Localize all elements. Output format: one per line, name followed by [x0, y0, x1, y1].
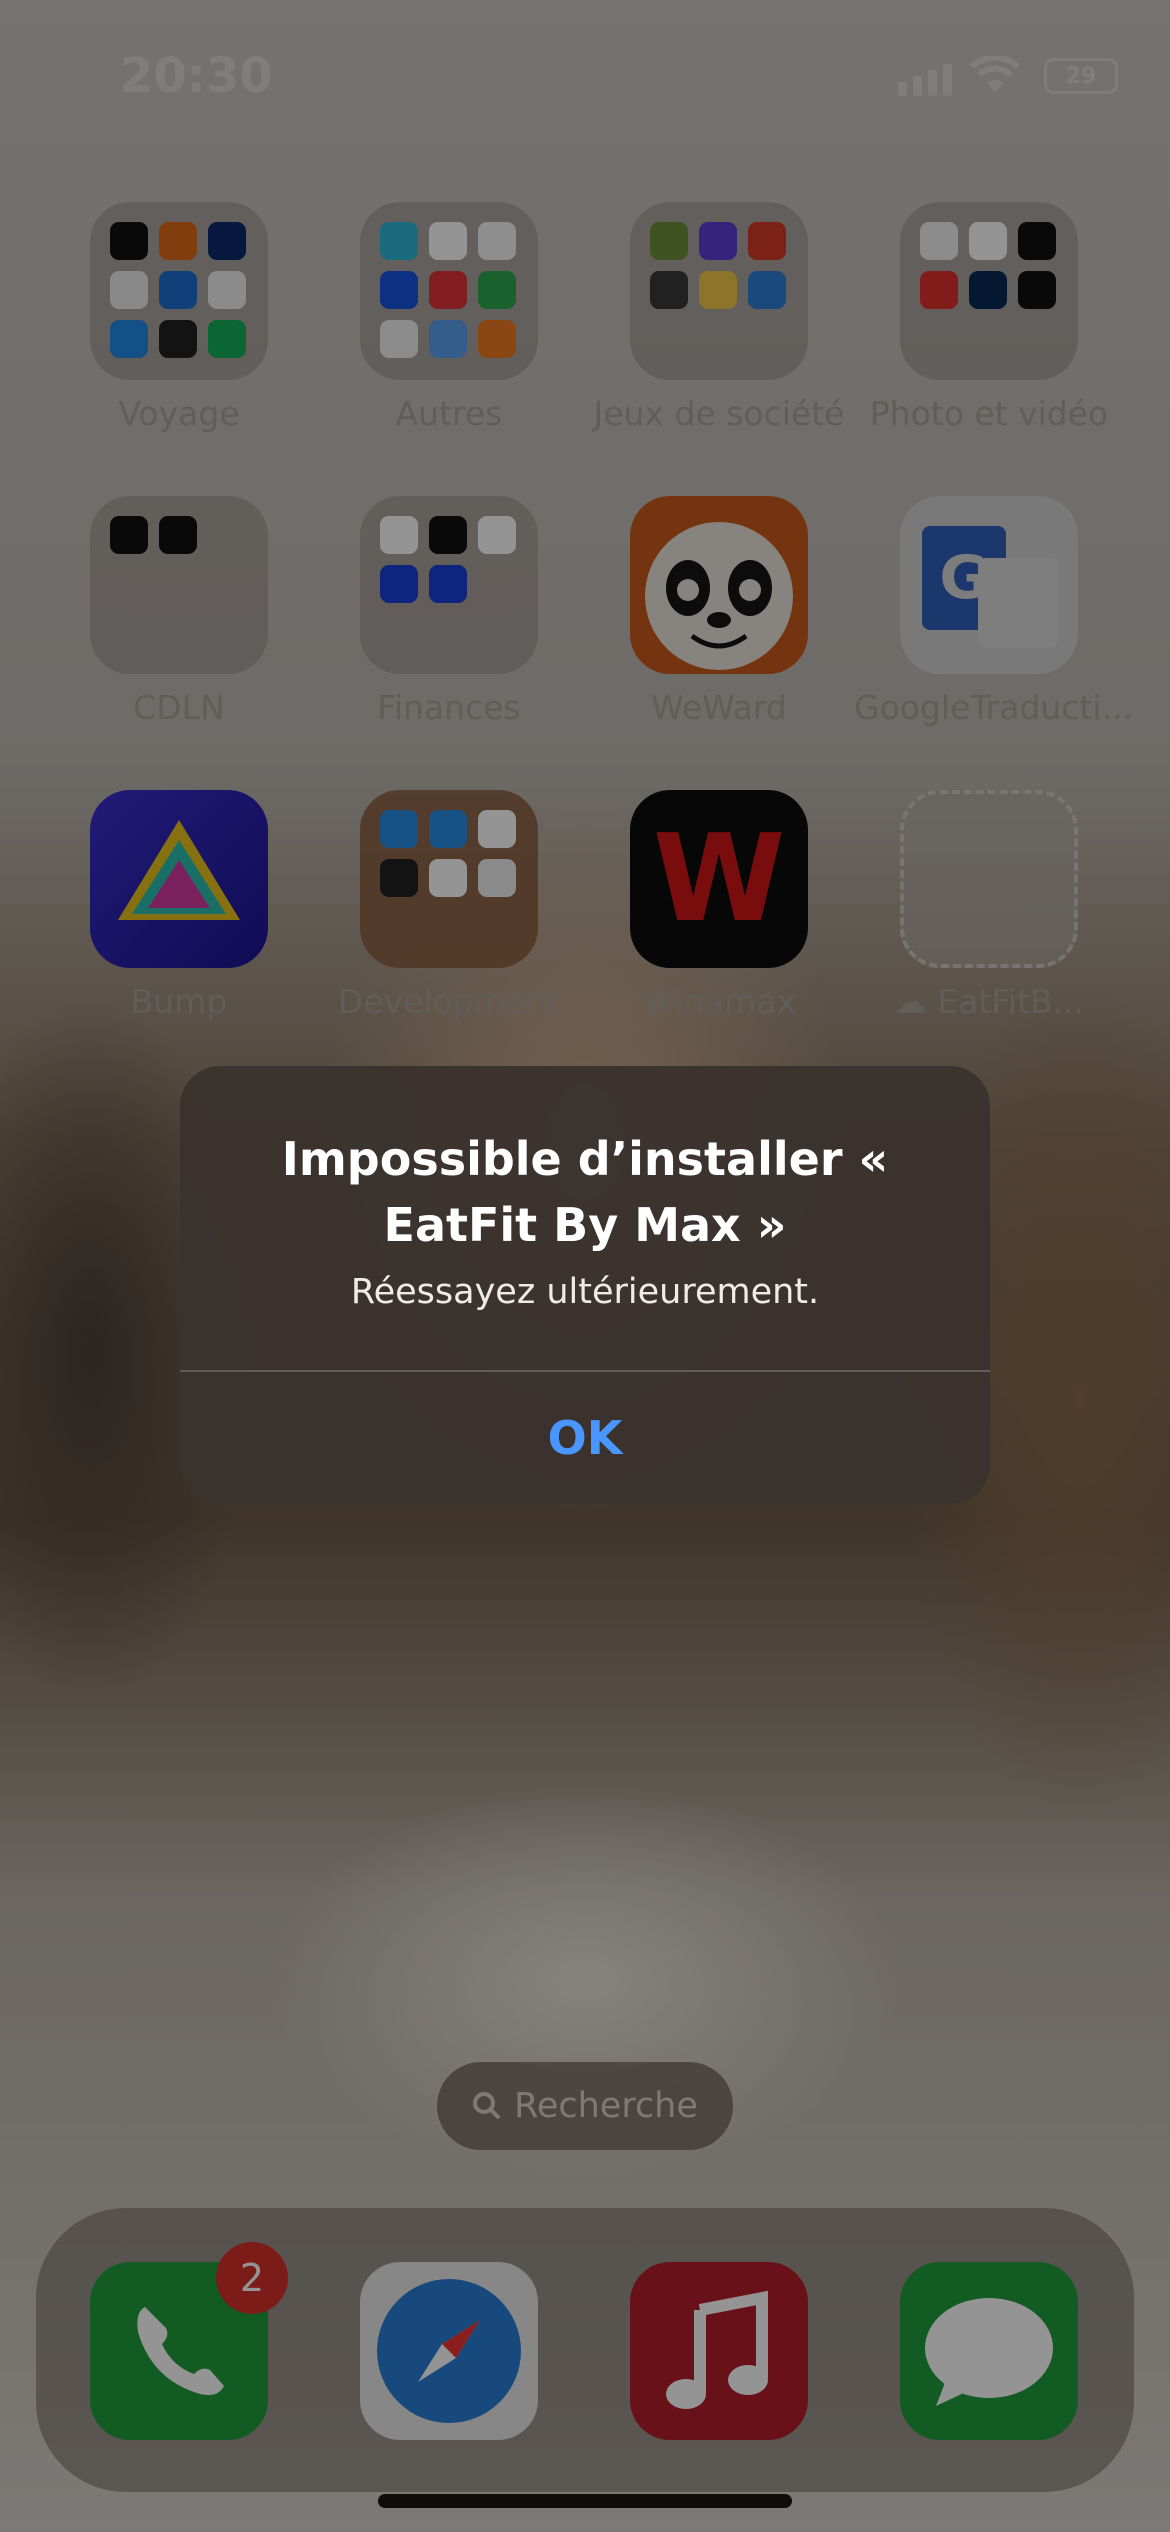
alert-dialog: Impossible d’installer « EatFit By Max »… [180, 1066, 990, 1504]
alert-title: Impossible d’installer « EatFit By Max » [281, 1132, 889, 1252]
ok-button[interactable]: OK [180, 1372, 990, 1504]
alert-message: Réessayez ultérieurement. [350, 1272, 820, 1312]
